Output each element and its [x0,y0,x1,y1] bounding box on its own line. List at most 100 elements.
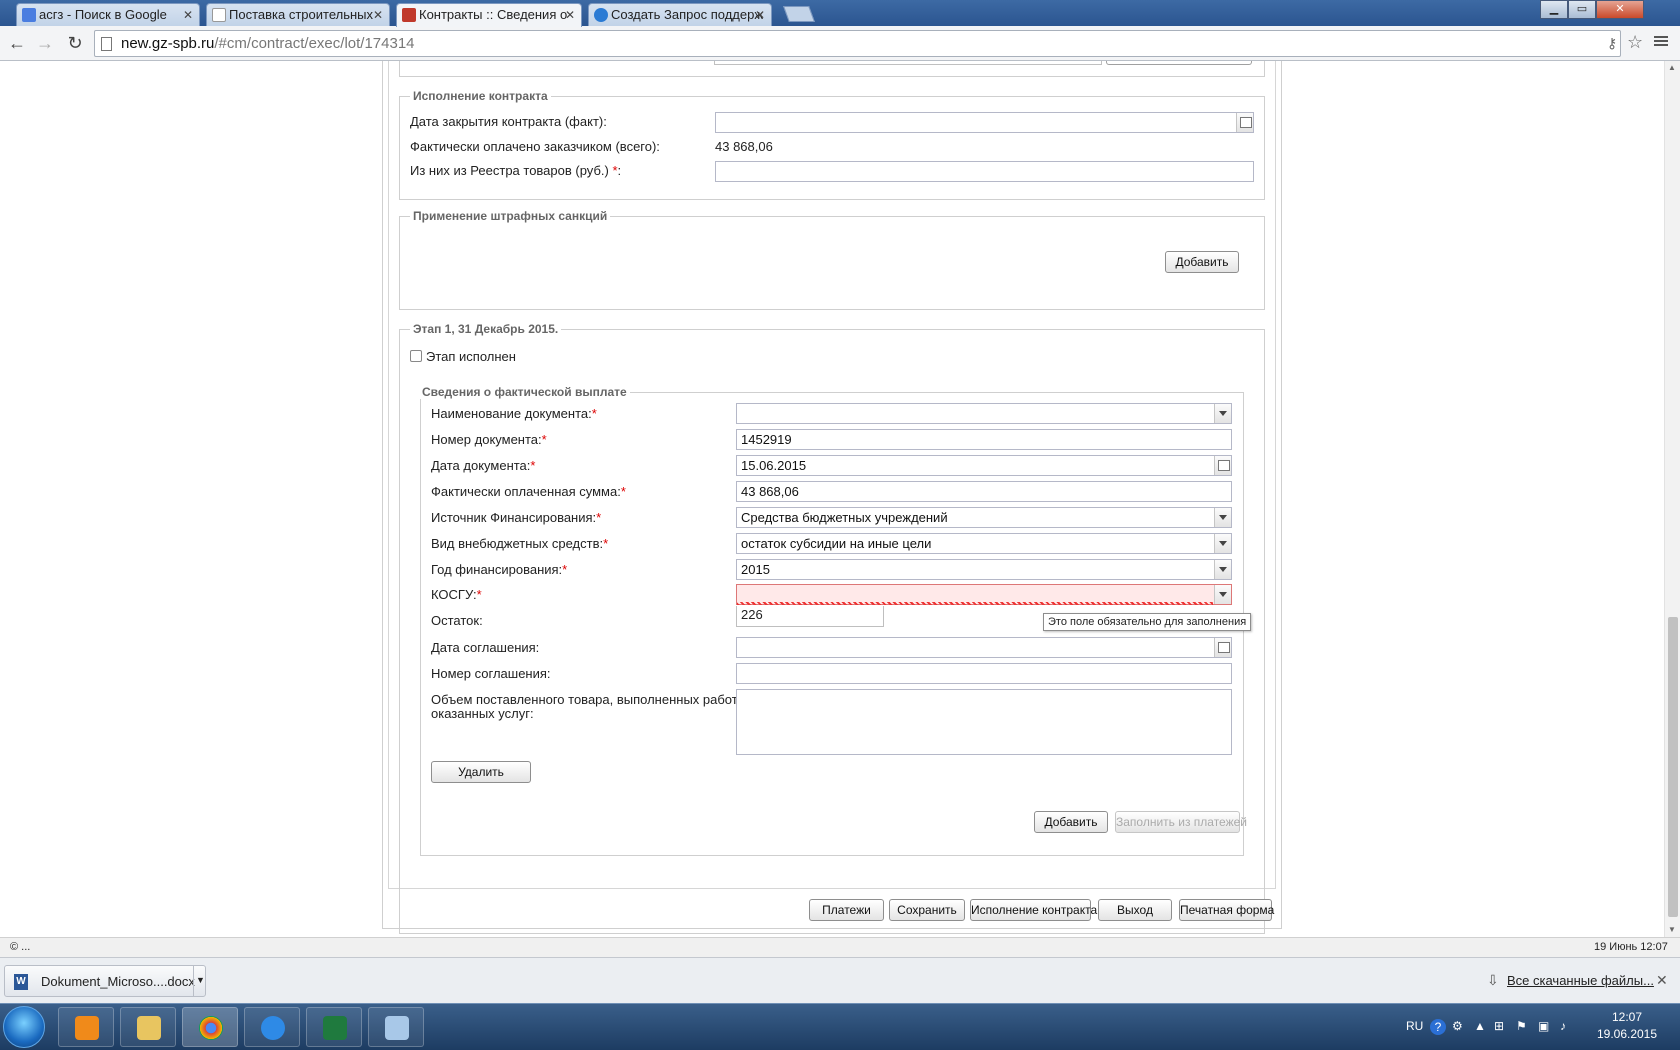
chevron-down-icon[interactable] [1214,508,1231,527]
language-indicator[interactable]: RU [1406,1019,1423,1033]
close-icon[interactable]: ✕ [1656,972,1668,989]
doc-name-label: Наименование документа:* [431,406,597,421]
funding-source-label: Источник Финансирования:* [431,510,602,525]
delete-payment-button[interactable]: Удалить [431,761,531,783]
agreement-date-field[interactable] [736,637,1232,658]
contract-execution-button[interactable]: Исполнение контракта [970,899,1097,921]
kosgu-option[interactable]: 226 [736,606,884,627]
windows-taskbar: RU ? ⚙ ▲ ⊞ ⚑ ▣ ♪ 12:07 19.06.2015 [0,1003,1680,1050]
payments-button[interactable]: Платежи [809,899,884,921]
tab-close-icon[interactable]: ✕ [183,4,193,26]
volume-textarea[interactable] [736,689,1232,755]
windows-flag-icon[interactable]: ⊞ [1494,1019,1504,1033]
new-tab-button[interactable] [783,6,815,22]
doc-number-field[interactable]: 1452919 [736,429,1232,450]
funding-year-select[interactable]: 2015 [736,559,1232,580]
tab-construction-supply[interactable]: Поставка строительных ✕ [206,3,390,26]
key-icon[interactable]: ⚷ [1607,35,1617,52]
save-button[interactable]: Сохранить [889,899,965,921]
tab-support-request[interactable]: Создать Запрос поддерж ✕ [588,3,772,26]
minimize-button[interactable]: ▁ [1540,0,1568,19]
chrome-icon [199,1016,223,1040]
tab-close-icon[interactable]: ✕ [755,4,765,26]
volume-muted-icon[interactable]: ♪ [1560,1019,1566,1033]
status-left: © ... [10,941,31,953]
paid-total-value: 43 868,06 [715,139,773,154]
status-bar: © ... 19 Июнь 12:07 [0,937,1680,957]
close-date-label: Дата закрытия контракта (факт): [410,114,607,129]
page-favicon-icon [212,8,226,22]
add-payment-button[interactable]: Добавить [1034,811,1108,833]
help-favicon-icon [594,8,608,22]
doc-name-select[interactable] [736,403,1232,424]
bookmark-star-icon[interactable]: ☆ [1627,32,1643,53]
taskbar-internet-explorer[interactable] [244,1007,300,1047]
offbudget-kind-select[interactable]: остаток субсидии на иные цели [736,533,1232,554]
agreement-date-label: Дата соглашения: [431,640,540,655]
tab-close-icon[interactable]: ✕ [373,4,383,26]
doc-date-field[interactable]: 15.06.2015 [736,455,1232,476]
address-bar[interactable]: new.gz-spb.ru/#cm/contract/exec/lot/1743… [94,30,1643,57]
show-hidden-icons[interactable]: ▲ [1474,1019,1486,1033]
error-underline [737,602,1213,605]
start-button[interactable] [3,1006,45,1048]
chevron-down-icon[interactable] [1214,560,1231,579]
internet-explorer-icon [261,1016,285,1040]
download-item[interactable]: W Dokument_Microso....docx ▼ [4,965,206,997]
chevron-down-icon[interactable]: ▼ [193,966,207,996]
chevron-down-icon[interactable] [1214,585,1231,604]
close-window-button[interactable]: ✕ [1596,0,1644,19]
help-icon[interactable]: ? [1430,1019,1446,1035]
tab-google-search[interactable]: асгз - Поиск в Google ✕ [16,3,200,26]
payment-legend: Сведения о фактической выплате [419,385,630,399]
taskbar-notes[interactable] [368,1007,424,1047]
print-form-button[interactable]: Печатная форма [1179,899,1274,921]
close-date-field[interactable] [715,112,1254,133]
back-icon[interactable]: ← [6,32,28,54]
menu-icon[interactable] [1654,34,1668,48]
registry-amount-field[interactable] [715,161,1254,182]
funding-source-select[interactable]: Средства бюджетных учреждений [736,507,1232,528]
kosgu-label: КОСГУ:* [431,587,482,602]
scroll-up-icon[interactable]: ▲ [1668,63,1676,72]
scroll-down-icon[interactable]: ▼ [1668,925,1676,934]
page-viewport: Исполнение контракта Дата закрытия контр… [0,61,1664,937]
penalties-fieldset: Применение штрафных санкций [399,209,1265,310]
tab-close-icon[interactable]: ✕ [565,4,575,26]
forward-icon[interactable]: → [34,32,56,54]
add-penalty-button[interactable]: Добавить [1165,251,1239,273]
scroll-thumb[interactable] [1668,617,1678,917]
tray-app-icon[interactable]: ⚙ [1452,1019,1463,1033]
calendar-icon[interactable] [1236,113,1253,132]
clock-time: 12:07 [1611,1010,1643,1024]
taskbar-chrome[interactable] [182,1007,238,1047]
taskbar-excel[interactable] [306,1007,362,1047]
all-downloads-link[interactable]: Все скачанные файлы... [1507,973,1654,988]
exit-button[interactable]: Выход [1098,899,1172,921]
reload-icon[interactable]: ↻ [64,32,86,54]
fill-from-payments-button[interactable]: Заполнить из платежей [1115,811,1247,833]
kosgu-select[interactable] [736,584,1232,605]
vertical-scrollbar[interactable]: ▲ ▼ [1664,61,1680,937]
agreement-number-label: Номер соглашения: [431,666,551,681]
stage-done-checkbox[interactable] [410,350,422,362]
network-icon[interactable]: ▣ [1538,1019,1549,1033]
chevron-down-icon[interactable] [1214,404,1231,423]
maximize-button[interactable]: ▭ [1568,0,1596,19]
calendar-icon[interactable] [1214,638,1231,657]
execution-legend: Исполнение контракта [410,89,551,103]
remainder-label: Остаток: [431,613,483,628]
agreement-number-field[interactable] [736,663,1232,684]
action-center-icon[interactable]: ⚑ [1516,1019,1527,1033]
tab-contracts[interactable]: Контракты :: Сведения о ✕ [396,3,582,27]
registry-label: Из них из Реестра товаров (руб.) *: [410,163,622,178]
status-datetime: 19 Июнь 12:07 [1594,941,1668,953]
downloads-shelf: W Dokument_Microso....docx ▼ ⇩ Все скача… [0,957,1680,1003]
taskbar-media-player[interactable] [58,1007,114,1047]
taskbar-explorer[interactable] [120,1007,176,1047]
chevron-down-icon[interactable] [1214,534,1231,553]
paid-sum-field[interactable]: 43 868,06 [736,481,1232,502]
taskbar-clock[interactable]: 12:07 19.06.2015 [1592,1009,1662,1043]
clipped-fieldset [399,61,1265,77]
calendar-icon[interactable] [1214,456,1231,475]
